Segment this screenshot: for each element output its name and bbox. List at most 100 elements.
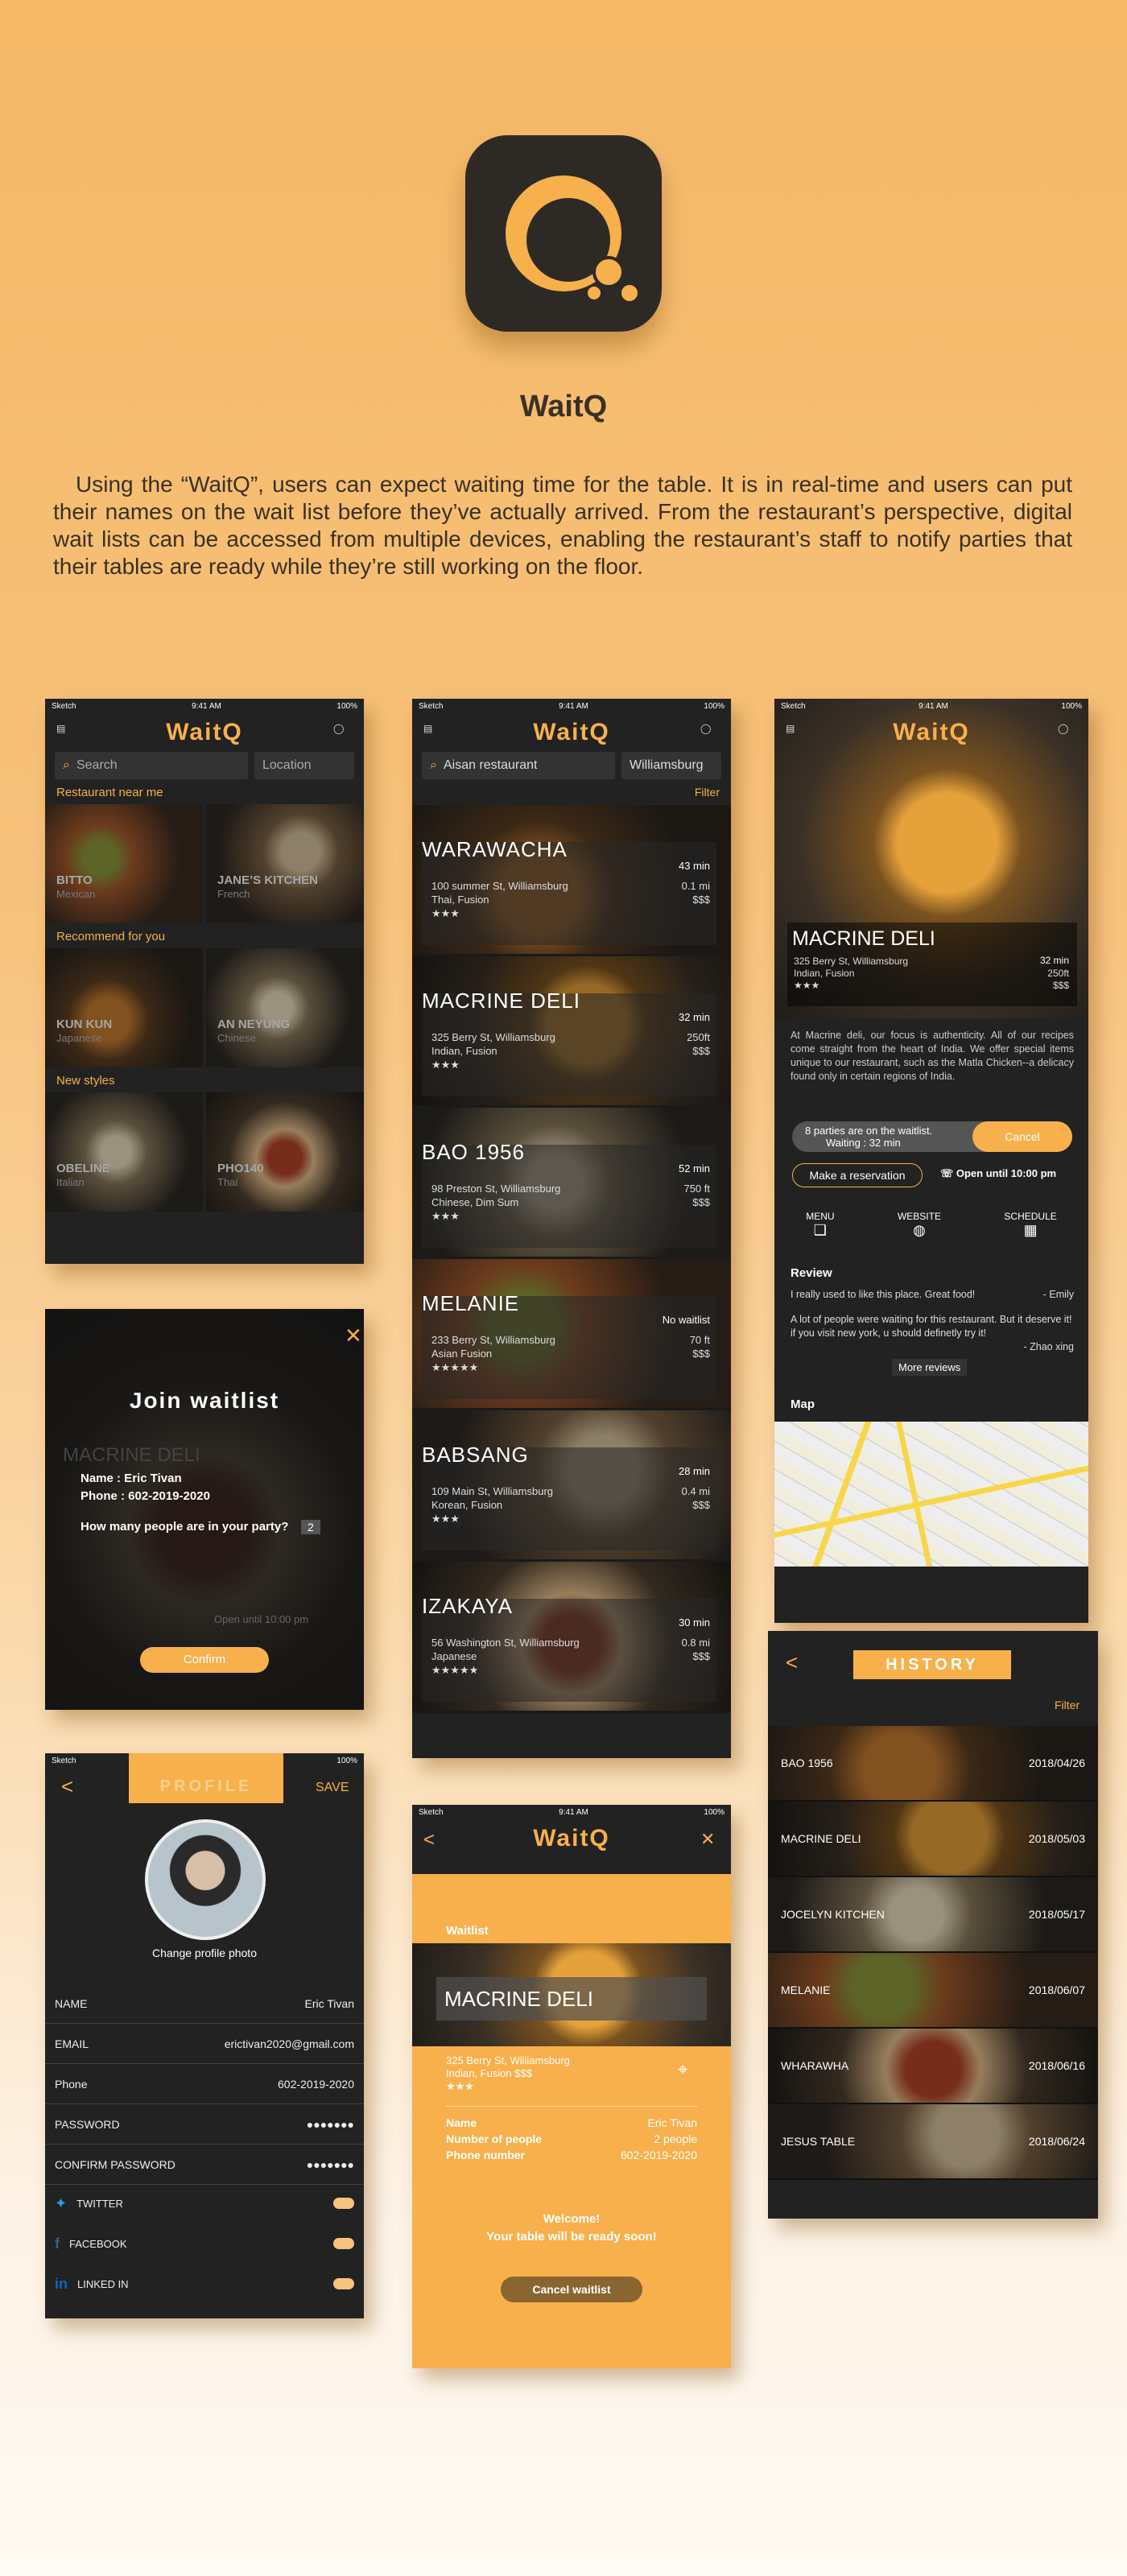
calendar-icon: ▦: [1023, 1222, 1038, 1238]
profile-field[interactable]: CONFIRM PASSWORD ●●●●●●●: [45, 2145, 364, 2185]
filter-link[interactable]: Filter: [1055, 1699, 1080, 1711]
history-list: BAO 1956 2018/04/26 MACRINE DELI 2018/05/03…: [768, 1726, 1098, 2180]
restaurant-card[interactable]: BABSANG 28 min 109 Main St, Williamsburg Ko…: [412, 1410, 731, 1562]
back-icon[interactable]: <: [786, 1650, 798, 1675]
restaurant-card[interactable]: MACRINE DELI 32 min 325 Berry St, Williams…: [412, 956, 731, 1108]
confirm-button[interactable]: Confirm: [140, 1647, 269, 1673]
website-link[interactable]: WEBSITE ◍: [898, 1211, 941, 1239]
reviews: I really used to like this place. Great …: [791, 1289, 1074, 1352]
cancel-waitlist-button[interactable]: Cancel waitlist: [501, 2277, 642, 2302]
restaurant-tile[interactable]: KUN KUN Japanese: [45, 948, 203, 1067]
search-input[interactable]: ⌕ Search: [55, 752, 248, 779]
history-date: 2018/05/17: [1028, 1908, 1085, 1921]
history-row[interactable]: BAO 1956 2018/04/26: [768, 1726, 1098, 1802]
map-heading: Map: [791, 1397, 815, 1411]
location-input[interactable]: Williamsburg: [621, 752, 721, 779]
app-name: WaitQ: [519, 390, 608, 423]
user-icon[interactable]: ◯: [333, 723, 353, 742]
app-description: Using the “WaitQ”, users can expect wait…: [53, 472, 1072, 579]
menu-link[interactable]: MENU ❑: [806, 1211, 834, 1239]
save-button[interactable]: SAVE: [316, 1781, 349, 1795]
profile-field[interactable]: EMAIL erictivan2020@gmail.com: [45, 2024, 364, 2064]
list-screen: Sketch 9:41 AM 100% ▤ WaitQ ◯ ⌕ Aisan restaur…: [412, 699, 731, 1758]
detail-screen: Sketch 9:41 AM 100% ▤ WaitQ ◯ MACRINE DELI 3…: [774, 699, 1088, 1623]
history-name: JESUS TABLE: [781, 2135, 856, 2148]
cancel-button[interactable]: Cancel: [972, 1121, 1072, 1152]
restaurant-details: 325 Berry St, Williamsburg Indian, Fusion…: [446, 2054, 570, 2092]
welcome-message: Welcome! Your table will be ready soon!: [486, 2212, 657, 2244]
history-date: 2018/05/03: [1028, 1832, 1085, 1845]
back-icon[interactable]: <: [423, 1829, 443, 1851]
filter-link[interactable]: Filter: [412, 779, 731, 805]
app-title: WaitQ: [533, 1825, 610, 1852]
profile-field[interactable]: PASSWORD ●●●●●●●: [45, 2104, 364, 2145]
restaurant-list: WARAWACHA 43 min 100 summer St, Williamsbu…: [412, 805, 731, 1713]
clipboard-icon[interactable]: ▤: [56, 723, 76, 742]
reservation-button[interactable]: Make a reservation: [792, 1163, 923, 1187]
history-row[interactable]: MACRINE DELI 2018/05/03: [768, 1802, 1098, 1877]
field-value[interactable]: ●●●●●●●: [307, 2118, 354, 2131]
restaurant-tile[interactable]: JANE’S KITCHEN French: [206, 804, 364, 923]
avatar[interactable]: [145, 1819, 266, 1940]
back-icon[interactable]: <: [61, 1774, 73, 1799]
history-date: 2018/06/24: [1028, 2135, 1085, 2148]
restaurant-tile[interactable]: OBELINE Italian: [45, 1092, 203, 1212]
search-input[interactable]: ⌕ Aisan restaurant: [422, 752, 615, 779]
field-label: CONFIRM PASSWORD: [55, 2157, 175, 2171]
restaurant-photo: MACRINE DELI: [412, 1943, 731, 2046]
restaurant-card[interactable]: BAO 1956 52 min 98 Preston St, Williamsbur…: [412, 1108, 731, 1259]
restaurant-tile[interactable]: AN NEYUNG Chinese: [206, 948, 364, 1067]
party-size-input[interactable]: 2: [301, 1520, 320, 1534]
more-reviews-button[interactable]: More reviews: [892, 1359, 968, 1376]
schedule-link[interactable]: SCHEDULE ▦: [1004, 1211, 1056, 1239]
section-label: Recommend for you: [56, 930, 166, 943]
confirmation-screen: Sketch 9:41 AM 100% < WaitQ ✕ Waitlist MACRI…: [412, 1805, 731, 2368]
close-icon[interactable]: ✕: [700, 1829, 720, 1849]
open-hours: ☏ Open until 10:00 pm: [940, 1167, 1057, 1179]
location-input[interactable]: Location: [254, 752, 354, 779]
join-waitlist-screen: ✕ Join waitlist MACRINE DELI Name : Eric…: [45, 1309, 364, 1710]
field-value[interactable]: 602-2019-2020: [278, 2078, 354, 2091]
facebook-icon: f: [55, 2235, 60, 2252]
restaurant-tile[interactable]: BITTO Mexican: [45, 804, 203, 923]
field-value[interactable]: Eric Tivan: [305, 1997, 354, 2010]
field-value[interactable]: ●●●●●●●: [307, 2158, 354, 2171]
search-icon: ⌕: [63, 758, 70, 772]
field-value[interactable]: erictivan2020@gmail.com: [225, 2037, 354, 2050]
profile-field[interactable]: Phone 602-2019-2020: [45, 2064, 364, 2104]
close-icon[interactable]: ✕: [345, 1323, 362, 1348]
history-row[interactable]: MELANIE 2018/06/07: [768, 1953, 1098, 2029]
history-row[interactable]: JOCELYN KITCHEN 2018/05/17: [768, 1877, 1098, 1953]
history-row[interactable]: WHARAWHA 2018/06/16: [768, 2029, 1098, 2104]
app-title: WaitQ: [533, 719, 610, 745]
status-bar: Sketch9:41 AM100%: [419, 1807, 724, 1817]
history-name: MELANIE: [781, 1984, 831, 1996]
app-logo-icon: [465, 135, 662, 332]
restaurant-card[interactable]: IZAKAYA 30 min 56 Washington St, Williamsb…: [412, 1562, 731, 1713]
user-icon[interactable]: ◯: [700, 723, 720, 742]
app-title: WaitQ: [893, 719, 970, 745]
change-photo-link[interactable]: Change profile photo: [45, 1946, 364, 1959]
search-icon: ⌕: [430, 758, 437, 772]
linkedin-toggle[interactable]: [333, 2278, 354, 2289]
history-title: HISTORY: [853, 1650, 1011, 1679]
history-date: 2018/04/26: [1028, 1757, 1085, 1769]
history-screen: HISTORY < Filter BAO 1956 2018/04/26 MACRI…: [768, 1631, 1098, 2219]
restaurant-card[interactable]: WARAWACHA 43 min 100 summer St, Williamsbu…: [412, 805, 731, 956]
twitter-toggle[interactable]: [333, 2198, 354, 2209]
facebook-toggle[interactable]: [333, 2238, 354, 2249]
background-name: MACRINE DELI: [63, 1444, 200, 1466]
clipboard-icon[interactable]: ▤: [786, 723, 805, 742]
restaurant-tile[interactable]: PHO140 Thai: [206, 1092, 364, 1212]
phone-icon: ☏: [940, 1167, 956, 1179]
map-view[interactable]: [774, 1422, 1088, 1567]
book-icon: ❑: [813, 1222, 827, 1238]
history-name: BAO 1956: [781, 1757, 833, 1769]
profile-field[interactable]: NAME Eric Tivan: [45, 1984, 364, 2024]
location-pin-icon: ⌖: [678, 2059, 688, 2079]
user-icon[interactable]: ◯: [1058, 723, 1077, 742]
history-row[interactable]: JESUS TABLE 2018/06/24: [768, 2104, 1098, 2180]
restaurant-card[interactable]: MELANIE No waitlist 233 Berry St, Williams…: [412, 1259, 731, 1410]
clipboard-icon[interactable]: ▤: [423, 723, 443, 742]
profile-screen: Sketch9:41 AM100% PROFILE < SAVE Change …: [45, 1753, 364, 2318]
